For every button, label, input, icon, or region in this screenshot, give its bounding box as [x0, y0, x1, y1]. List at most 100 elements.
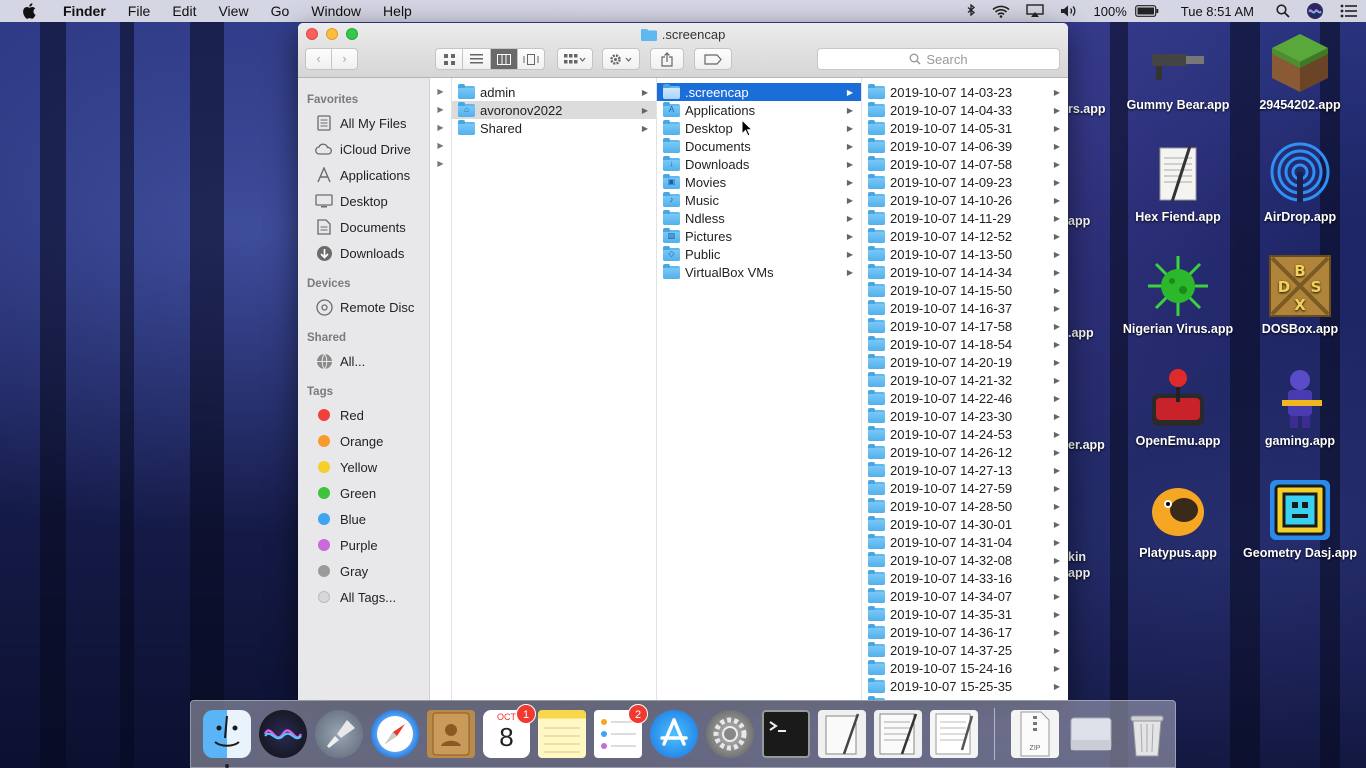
menu-window[interactable]: Window	[300, 0, 372, 22]
script-editor-dock-icon[interactable]	[818, 710, 867, 758]
folder-row[interactable]: ▧ Pictures ▶	[657, 227, 861, 245]
cover-flow-button[interactable]	[518, 49, 544, 69]
share-button[interactable]	[650, 48, 684, 70]
disclosure-arrow-icon[interactable]: ▶	[1054, 430, 1060, 439]
folder-row[interactable]: admin ▶	[452, 83, 656, 101]
disclosure-arrow-icon[interactable]: ▶	[1054, 340, 1060, 349]
list-view-button[interactable]	[463, 49, 491, 69]
folder-row[interactable]: 2019-10-07 14-30-01 ▶	[862, 515, 1068, 533]
desktop-icon-geometry-dasj[interactable]: Geometry Dasj.app	[1240, 478, 1360, 560]
disclosure-arrow-icon[interactable]: ▶	[1054, 358, 1060, 367]
folder-row[interactable]: 2019-10-07 14-24-53 ▶	[862, 425, 1068, 443]
folder-row[interactable]: 2019-10-07 14-33-16 ▶	[862, 569, 1068, 587]
back-button[interactable]: ‹	[306, 49, 332, 69]
disclosure-arrow-icon[interactable]: ▶	[1054, 538, 1060, 547]
wifi-icon[interactable]	[991, 5, 1010, 18]
disclosure-arrow-icon[interactable]: ▶	[847, 232, 853, 241]
menu-edit[interactable]: Edit	[161, 0, 207, 22]
disclosure-arrow-icon[interactable]: ▶	[1054, 628, 1060, 637]
folder-row[interactable]: 2019-10-07 14-27-59 ▶	[862, 479, 1068, 497]
menu-go[interactable]: Go	[260, 0, 301, 22]
folder-row[interactable]: 2019-10-07 14-35-31 ▶	[862, 605, 1068, 623]
partial-desktop-label[interactable]: er.app	[1068, 438, 1108, 452]
folder-row[interactable]: 2019-10-07 14-34-07 ▶	[862, 587, 1068, 605]
disclosure-arrow-icon[interactable]: ▶	[1054, 88, 1060, 97]
partial-desktop-label[interactable]: app	[1068, 566, 1108, 580]
launchpad-dock-icon[interactable]	[315, 710, 363, 758]
folder-row[interactable]: ▣ Movies ▶	[657, 173, 861, 191]
disclosure-arrow-icon[interactable]: ▶	[847, 268, 853, 277]
desktop-icon-gaming[interactable]: gaming.app	[1240, 366, 1360, 448]
disclosure-arrow[interactable]: ▶	[430, 155, 451, 173]
hex-fiend-dock-icon[interactable]	[874, 710, 923, 758]
disclosure-arrow-icon[interactable]: ▶	[847, 214, 853, 223]
folder-row[interactable]: VirtualBox VMs ▶	[657, 263, 861, 281]
disclosure-arrow-icon[interactable]: ▶	[1054, 196, 1060, 205]
calendar-dock-icon[interactable]: OCT 8 1	[483, 704, 537, 758]
folder-row[interactable]: 2019-10-07 14-11-29 ▶	[862, 209, 1068, 227]
menu-file[interactable]: File	[117, 0, 162, 22]
finder-dock-icon[interactable]	[203, 710, 251, 768]
folder-row[interactable]: 2019-10-07 14-21-32 ▶	[862, 371, 1068, 389]
sidebar-all-tags[interactable]: All Tags...	[298, 584, 429, 610]
apple-menu-icon[interactable]	[20, 3, 38, 19]
partial-desktop-label[interactable]: .app	[1068, 326, 1108, 340]
disclosure-arrow-icon[interactable]: ▶	[847, 106, 853, 115]
folder-row[interactable]: 2019-10-07 14-09-23 ▶	[862, 173, 1068, 191]
sidebar-tag-yellow[interactable]: Yellow	[298, 454, 429, 480]
disclosure-arrow[interactable]: ▶	[430, 137, 451, 155]
sidebar-tag-gray[interactable]: Gray	[298, 558, 429, 584]
folder-row[interactable]: 2019-10-07 14-23-30 ▶	[862, 407, 1068, 425]
disclosure-arrow-icon[interactable]: ▶	[1054, 322, 1060, 331]
terminal-dock-icon[interactable]	[762, 710, 811, 758]
disclosure-arrow-icon[interactable]: ▶	[1054, 250, 1060, 259]
notification-center-icon[interactable]	[1340, 4, 1358, 18]
battery-percent[interactable]: 100%	[1094, 4, 1127, 19]
folder-row[interactable]: 2019-10-07 14-27-13 ▶	[862, 461, 1068, 479]
desktop-icon-hex-fiend[interactable]: Hex Fiend.app	[1118, 142, 1238, 224]
disclosure-arrow-icon[interactable]: ▶	[1054, 142, 1060, 151]
sidebar-tag-green[interactable]: Green	[298, 480, 429, 506]
disclosure-arrow[interactable]: ▶	[430, 101, 451, 119]
folder-row[interactable]: A Applications ▶	[657, 101, 861, 119]
folder-row[interactable]: Ndless ▶	[657, 209, 861, 227]
folder-row[interactable]: 2019-10-07 14-12-52 ▶	[862, 227, 1068, 245]
folder-row[interactable]: 2019-10-07 14-17-58 ▶	[862, 317, 1068, 335]
sidebar-tag-orange[interactable]: Orange	[298, 428, 429, 454]
app-store-dock-icon[interactable]	[650, 710, 699, 758]
folder-row[interactable]: ◇ Public ▶	[657, 245, 861, 263]
disclosure-arrow-icon[interactable]: ▶	[1054, 160, 1060, 169]
window-titlebar[interactable]: .screencap ‹ › Search	[298, 23, 1068, 78]
disclosure-arrow-icon[interactable]: ▶	[1054, 304, 1060, 313]
menu-clock[interactable]: Tue 8:51 AM	[1181, 4, 1254, 19]
desktop-icon-openemu[interactable]: OpenEmu.app	[1118, 366, 1238, 448]
folder-row[interactable]: 2019-10-07 14-13-50 ▶	[862, 245, 1068, 263]
disclosure-arrow-icon[interactable]: ▶	[847, 142, 853, 151]
sidebar-item-desktop[interactable]: Desktop	[298, 188, 429, 214]
folder-row[interactable]: .screencap ▶	[657, 83, 861, 101]
spotlight-icon[interactable]	[1276, 4, 1290, 18]
sidebar-item-applications[interactable]: Applications	[298, 162, 429, 188]
desktop-icon-dosbox[interactable]: BD SX DOSBox.app	[1240, 254, 1360, 336]
folder-row[interactable]: 2019-10-07 14-28-50 ▶	[862, 497, 1068, 515]
notes-dock-icon[interactable]	[538, 710, 587, 758]
desktop-icon-airdrop[interactable]: AirDrop.app	[1240, 142, 1360, 224]
disclosure-arrow-icon[interactable]: ▶	[1054, 448, 1060, 457]
reminders-dock-icon[interactable]: 2	[594, 704, 649, 758]
disclosure-arrow-icon[interactable]: ▶	[847, 196, 853, 205]
disclosure-arrow-icon[interactable]: ▶	[642, 124, 648, 133]
contacts-dock-icon[interactable]	[427, 710, 475, 758]
sidebar-tag-red[interactable]: Red	[298, 402, 429, 428]
volume-icon[interactable]	[1060, 4, 1078, 18]
disclosure-arrow-icon[interactable]: ▶	[1054, 664, 1060, 673]
disclosure-arrow-icon[interactable]: ▶	[1054, 502, 1060, 511]
trash-dock-icon[interactable]	[1123, 710, 1171, 758]
folder-row[interactable]: 2019-10-07 14-20-19 ▶	[862, 353, 1068, 371]
airplay-icon[interactable]	[1025, 4, 1044, 18]
sidebar-item-icloud-drive[interactable]: iCloud Drive	[298, 136, 429, 162]
disclosure-arrow-icon[interactable]: ▶	[847, 88, 853, 97]
system-preferences-dock-icon[interactable]	[706, 710, 755, 758]
disclosure-arrow-icon[interactable]: ▶	[1054, 466, 1060, 475]
folder-row[interactable]: 2019-10-07 14-06-39 ▶	[862, 137, 1068, 155]
desktop-icon-gummy-bear[interactable]: Gummy Bear.app	[1118, 30, 1238, 112]
